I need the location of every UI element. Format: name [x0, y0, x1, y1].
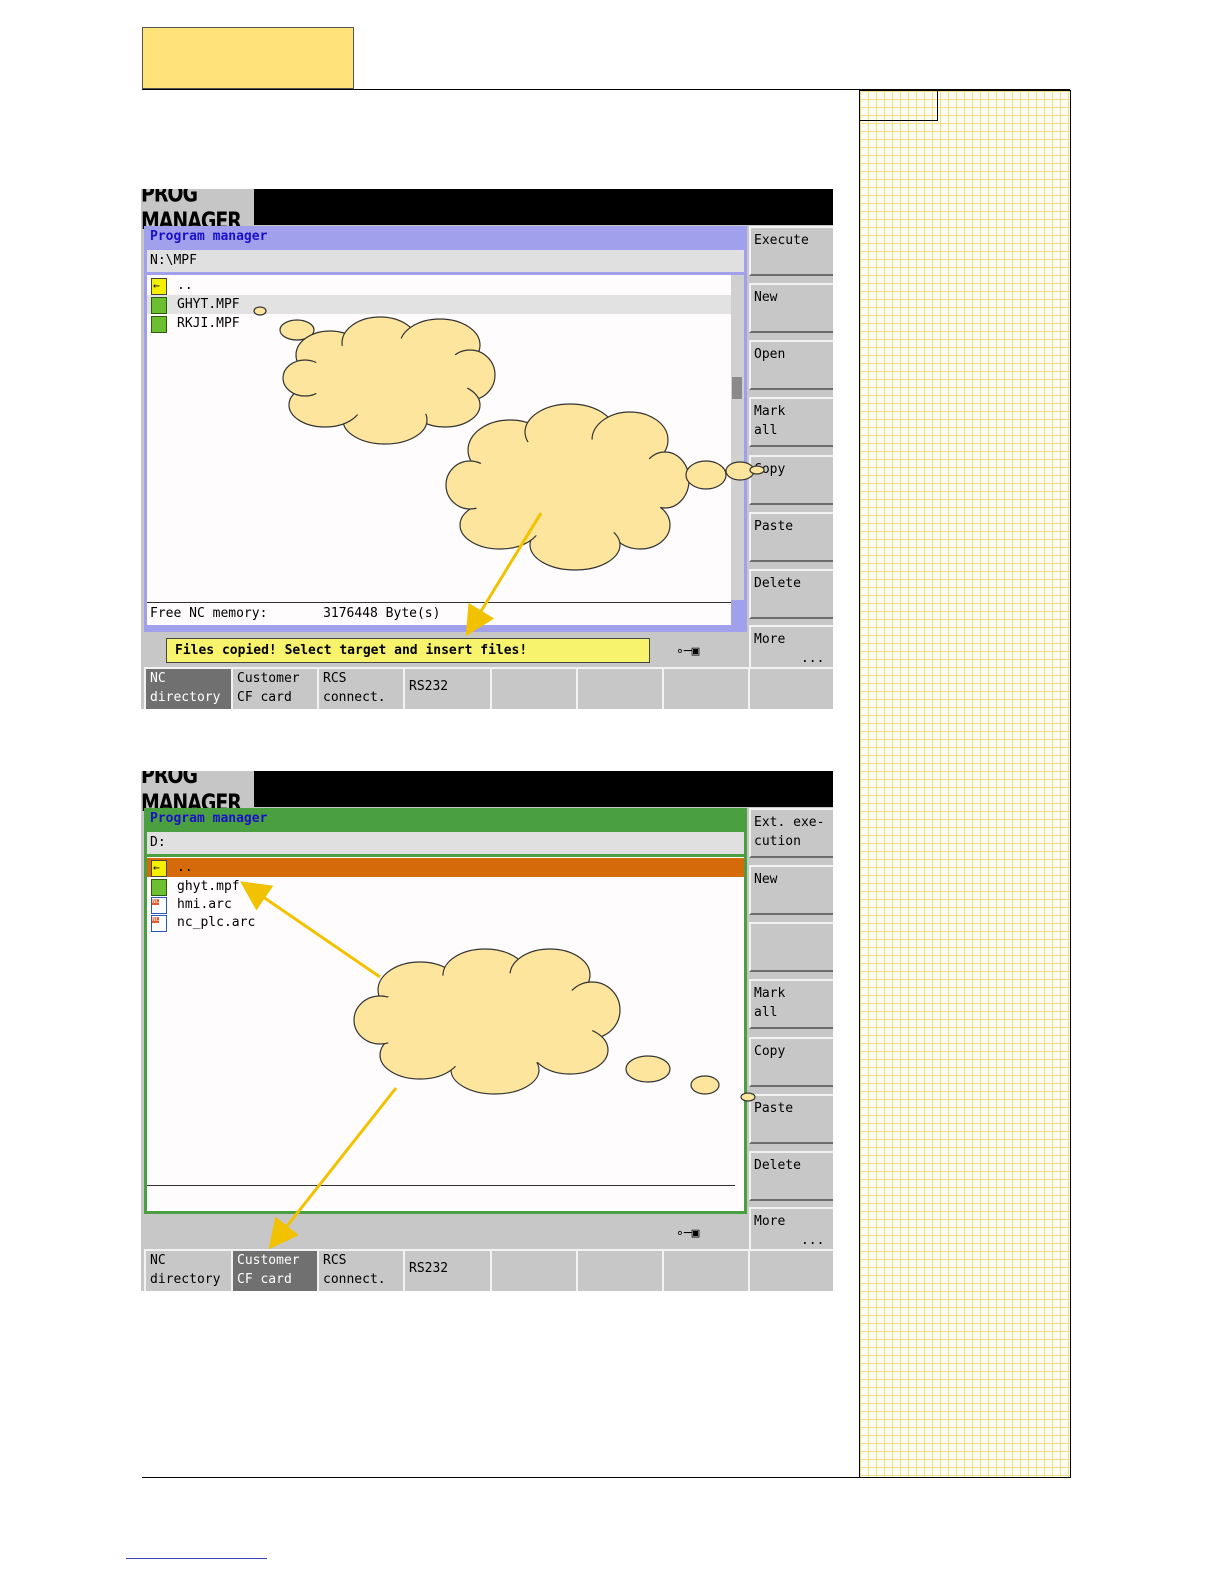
arrow-to-ghyt-file [240, 881, 381, 979]
arrow-to-cf-card-key [268, 1087, 398, 1250]
callout-cloud-2 [445, 403, 765, 571]
callout-cloud-1 [253, 306, 496, 445]
callout-cloud-3 [353, 948, 756, 1102]
annotation-overlay [240, 306, 765, 1250]
